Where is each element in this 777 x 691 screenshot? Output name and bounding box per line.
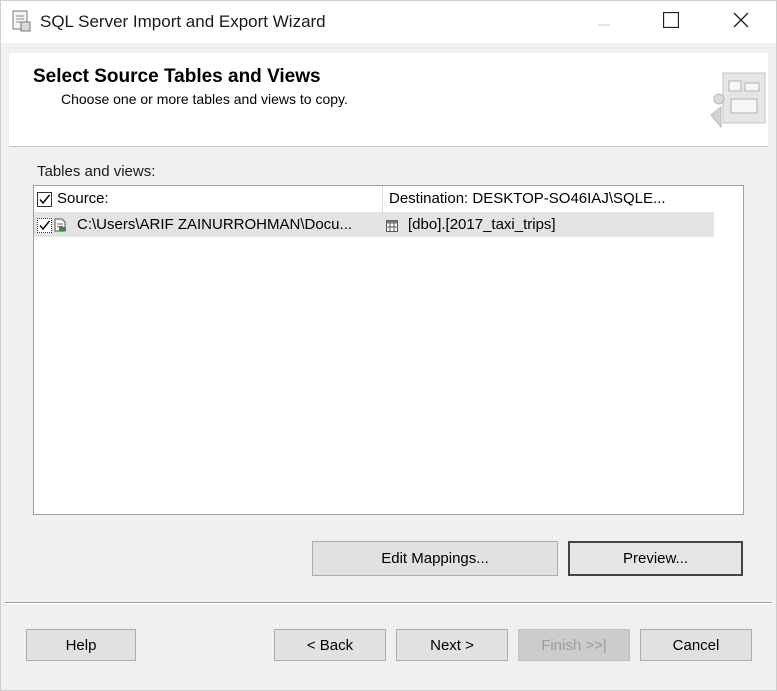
preview-button[interactable]: Preview... [568,541,743,576]
page-title: Select Source Tables and Views [33,66,321,87]
flat-file-icon [53,218,67,232]
close-button[interactable] [718,1,764,43]
minimize-button[interactable] [581,1,627,43]
page-subtitle: Choose one or more tables and views to c… [61,91,348,107]
maximize-button[interactable] [648,1,694,43]
source-column-header[interactable]: Source: [34,186,383,212]
table-icon [386,219,398,232]
title-bar: SQL Server Import and Export Wizard [1,1,776,43]
next-button[interactable]: Next > [396,629,508,661]
minimize-icon [598,13,610,31]
window-title: SQL Server Import and Export Wizard [40,12,326,31]
source-column-label: Source: [57,190,109,207]
row-checkbox[interactable] [37,218,52,233]
select-all-checkbox[interactable] [37,192,52,207]
back-button[interactable]: < Back [274,629,386,661]
maximize-icon [662,11,680,33]
edit-mappings-button[interactable]: Edit Mappings... [312,541,558,576]
close-icon [733,12,749,33]
wizard-app-icon [12,10,32,32]
help-button[interactable]: Help [26,629,136,661]
wizard-header-graphic [709,69,767,131]
row-destination-table[interactable]: [dbo].[2017_taxi_trips] [408,216,556,233]
tables-and-views-label: Tables and views: [37,163,156,180]
table-row[interactable]: C:\Users\ARIF ZAINURROHMAN\Docu... [dbo]… [34,213,714,237]
finish-button: Finish >>| [518,629,630,661]
row-source-path: C:\Users\ARIF ZAINURROHMAN\Docu... [77,216,353,233]
cancel-button[interactable]: Cancel [640,629,752,661]
grid-header: Source: Destination: DESKTOP-SO46IAJ\SQL… [34,186,714,213]
wizard-header: Select Source Tables and Views Choose on… [9,53,768,147]
destination-column-label: Destination: DESKTOP-SO46IAJ\SQLE... [389,190,666,207]
tables-grid[interactable]: Source: Destination: DESKTOP-SO46IAJ\SQL… [33,185,744,515]
wizard-window: SQL Server Import and Export Wizard Sele… [0,0,777,691]
footer-divider [5,602,772,604]
destination-column-header[interactable]: Destination: DESKTOP-SO46IAJ\SQLE... [383,186,714,212]
